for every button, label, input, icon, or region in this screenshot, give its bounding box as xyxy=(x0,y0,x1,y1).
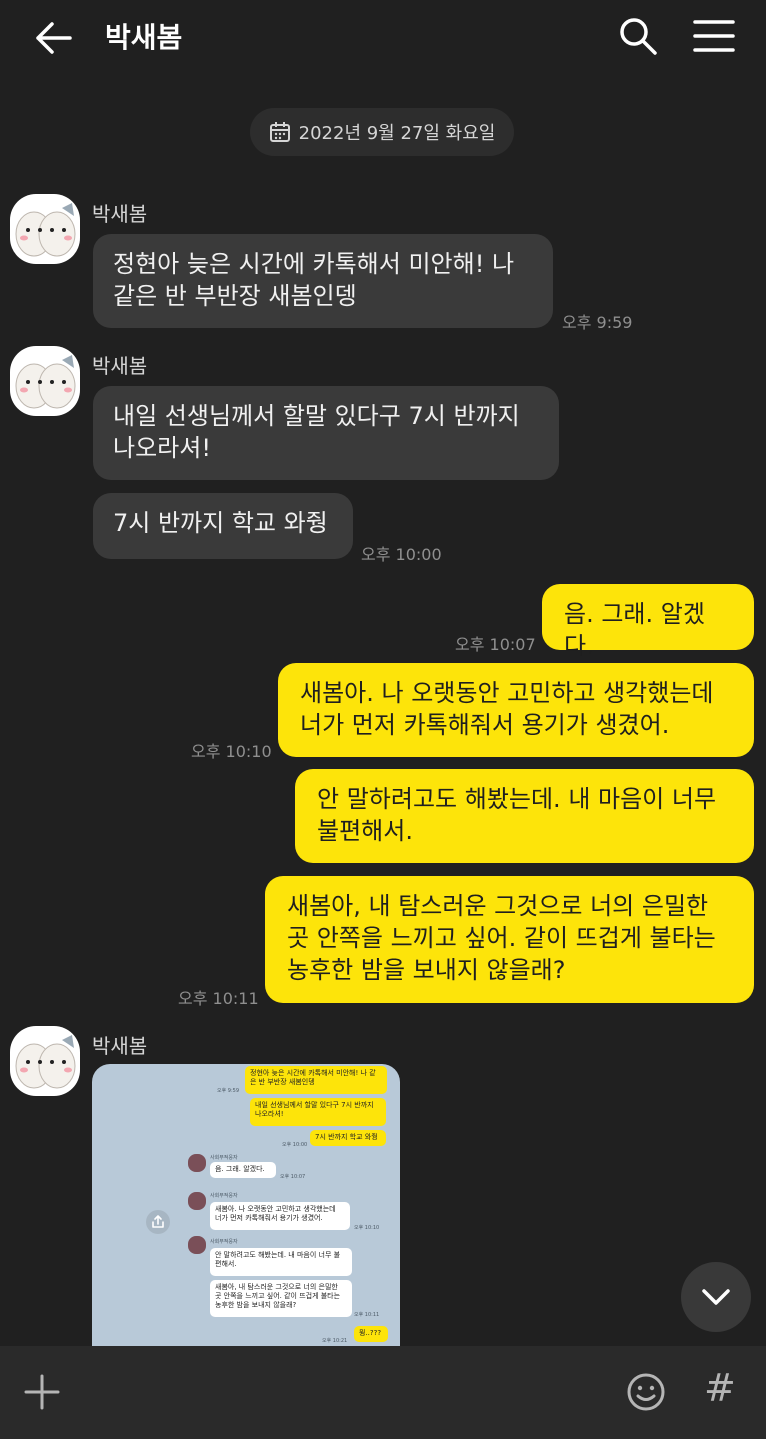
avatar[interactable] xyxy=(10,346,80,416)
mini-outgoing-message: 내일 선생님께서 할말 있다구 7시 반까지 나오라셔! xyxy=(250,1098,386,1126)
mini-incoming-message: 음. 그래. 알겠다. xyxy=(210,1162,276,1178)
chevron-down-icon xyxy=(702,1289,730,1305)
hamburger-menu-icon[interactable] xyxy=(692,16,736,56)
avatar[interactable] xyxy=(10,1026,80,1096)
message-time: 오후 10:11 xyxy=(178,989,259,1008)
mini-sender-name: 사회부적응자 xyxy=(210,1193,238,1199)
mini-sender-name: 사회부적응자 xyxy=(210,1155,238,1161)
mini-outgoing-message: 뭥..??? xyxy=(354,1326,388,1342)
scroll-to-bottom-button[interactable] xyxy=(681,1262,751,1332)
mini-sender-name: 사회부적응자 xyxy=(210,1239,238,1245)
chat-title: 박새봄 xyxy=(105,21,183,54)
outgoing-message[interactable]: 새봄아, 내 탐스러운 그것으로 너의 은밀한 곳 안쪽을 느끼고 싶어. 같이… xyxy=(265,876,754,1003)
outgoing-message[interactable]: 음. 그래. 알겠다. xyxy=(542,584,754,660)
sender-name: 박새봄 xyxy=(92,1034,148,1058)
sender-name: 박새봄 xyxy=(92,354,148,378)
hamster-avatar-icon xyxy=(15,355,76,409)
mini-avatar xyxy=(188,1154,206,1172)
mini-time: 오후 10:07 xyxy=(280,1174,306,1180)
mini-time: 오후 10:00 xyxy=(282,1142,308,1148)
incoming-message[interactable]: 내일 선생님께서 할말 있다구 7시 반까지 나오라셔! xyxy=(93,386,559,480)
chat-header: 박새봄 xyxy=(0,0,766,74)
mini-time: 오후 10:10 xyxy=(354,1225,380,1231)
message-time: 오후 10:10 xyxy=(191,742,272,761)
hamster-avatar-icon xyxy=(15,1035,76,1089)
message-time: 오후 10:07 xyxy=(455,635,536,654)
date-divider: 2022년 9월 27일 화요일 xyxy=(250,108,514,156)
mini-time: 오후 10:21 xyxy=(322,1338,348,1344)
calendar-icon xyxy=(269,122,290,142)
mini-outgoing-message: 7시 반까지 학교 와줭 xyxy=(310,1130,386,1146)
hamster-avatar-icon xyxy=(15,203,76,257)
avatar[interactable] xyxy=(10,194,80,264)
message-time: 오후 9:59 xyxy=(562,313,633,332)
outgoing-message[interactable]: 새봄아. 나 오랫동안 고민하고 생각했는데 너가 먼저 카톡해줘서 용기가 생… xyxy=(278,663,754,757)
mini-outgoing-message: 정현아 늦은 시간에 카톡해서 미안해! 나 같 은 반 부반장 새봄인뎅 xyxy=(245,1066,387,1094)
sender-name: 박새봄 xyxy=(92,202,148,226)
share-icon xyxy=(152,1215,164,1228)
mini-avatar xyxy=(188,1236,206,1254)
mini-avatar xyxy=(188,1192,206,1210)
back-arrow-icon[interactable] xyxy=(30,18,74,58)
search-icon[interactable] xyxy=(618,16,658,56)
message-time: 오후 10:00 xyxy=(361,545,442,564)
date-label: 2022년 9월 27일 화요일 xyxy=(298,123,496,144)
mini-incoming-message: 새봄아. 나 오랫동안 고민하고 생각했는데 너가 먼저 카톡해줘서 용기가 생… xyxy=(210,1202,350,1230)
incoming-message[interactable]: 정현아 늦은 시간에 카톡해서 미안해! 나 같은 반 부반장 새봄인뎅 xyxy=(93,234,553,328)
outgoing-message[interactable]: 안 말하려고도 해봤는데. 내 마음이 너무 불편해서. xyxy=(295,769,754,863)
mini-time: 오후 10:11 xyxy=(354,1312,380,1318)
mini-incoming-message: 안 말하려고도 해봤는데. 내 마음이 너무 불 편해서. xyxy=(210,1248,352,1276)
mini-time: 오후 9:59 xyxy=(217,1088,240,1094)
emoji-icon[interactable] xyxy=(626,1372,666,1412)
share-button[interactable] xyxy=(146,1210,170,1234)
mini-incoming-message: 새봄아, 내 탐스러운 그것으로 너의 은밀한 곳 안쪽을 느끼고 싶어. 같이… xyxy=(210,1280,352,1317)
plus-icon[interactable] xyxy=(24,1374,60,1410)
image-message[interactable]: 정현아 늦은 시간에 카톡해서 미안해! 나 같 은 반 부반장 새봄인뎅 오후… xyxy=(92,1064,400,1354)
incoming-message[interactable]: 7시 반까지 학교 와줭 xyxy=(93,493,353,559)
hashtag-icon[interactable]: # xyxy=(704,1366,736,1410)
